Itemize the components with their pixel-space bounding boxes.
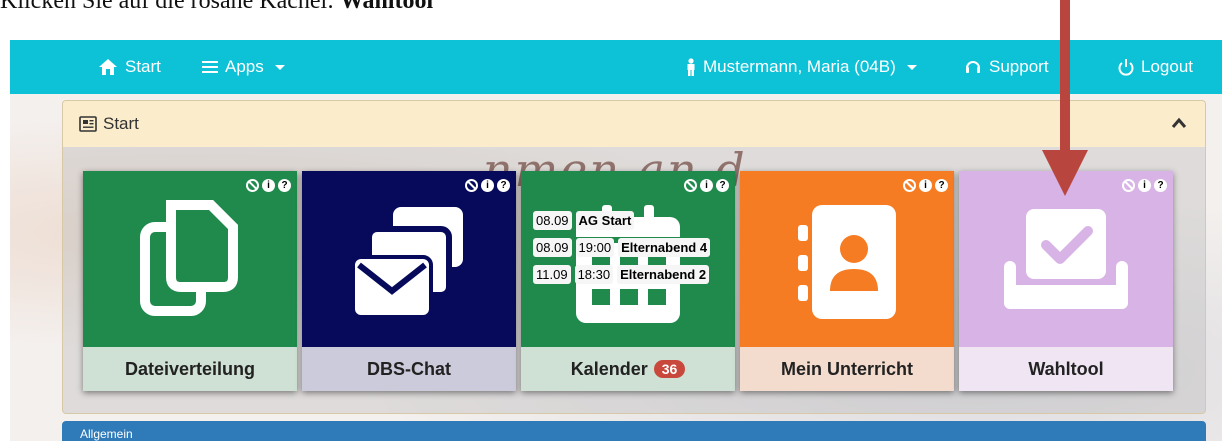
panel-title: Allgemein — [80, 427, 133, 441]
nav-logout[interactable]: Logout — [1118, 40, 1193, 94]
calendar-event: 11.09 18:30 Elternabend 2 — [533, 265, 710, 284]
tile-dbs-chat-label: DBS-Chat — [302, 347, 516, 391]
tile-dateiverteilung-label: Dateiverteilung — [83, 347, 297, 391]
tile-kalender[interactable]: i ? 08.09 AG Start 08.09 19:00 Elternabe… — [521, 171, 735, 391]
instruction-prefix: Klicken Sie auf die rosane Kachel: — [0, 0, 340, 14]
files-icon — [140, 200, 238, 316]
tile-label-text: Kalender — [570, 358, 648, 379]
count-badge: 36 — [653, 360, 686, 378]
home-icon — [99, 59, 117, 75]
person-icon — [687, 58, 695, 76]
tile-label-text: Wahltool — [1028, 358, 1104, 379]
contacts-icon — [798, 205, 896, 319]
tile-dateiverteilung[interactable]: i ? Dateiverteilung — [83, 171, 297, 391]
chevron-down-icon — [274, 64, 285, 70]
chevron-down-icon — [906, 64, 917, 70]
ban-icon[interactable] — [465, 179, 478, 192]
info-icon[interactable]: i — [262, 179, 275, 192]
nav-user-dropdown[interactable]: Mustermann, Maria (04B) — [686, 40, 917, 94]
tile-label-text: Dateiverteilung — [124, 358, 256, 379]
tile-dateiverteilung-top: i ? — [83, 171, 297, 347]
event-title: Elternabend 4 — [618, 238, 711, 257]
tile-label-text: DBS-Chat — [367, 358, 451, 379]
nav-start-label: Start — [125, 57, 161, 76]
arrow-down-icon — [1042, 0, 1088, 196]
tile-actions: i ? — [684, 179, 729, 192]
tile-mein-unterricht[interactable]: i ? Mein Unterricht — [740, 171, 954, 391]
start-panel: Start ...nmen an d... i ? Dateiverteilun… — [62, 100, 1206, 414]
tile-wahltool[interactable]: i ? Wahltool — [959, 171, 1173, 391]
event-title: Elternabend 2 — [617, 265, 710, 284]
info-icon[interactable]: i — [1138, 179, 1151, 192]
tile-actions: i ? — [903, 179, 948, 192]
help-icon[interactable]: ? — [716, 179, 729, 192]
calendar-event: 08.09 19:00 Elternabend 4 — [533, 238, 711, 257]
headset-icon — [966, 61, 980, 73]
ban-icon[interactable] — [246, 179, 259, 192]
tile-kalender-top: i ? 08.09 AG Start 08.09 19:00 Elternabe… — [521, 171, 735, 347]
ban-icon[interactable] — [684, 179, 697, 192]
newspaper-icon — [79, 116, 97, 132]
event-time: 18:30 — [574, 265, 614, 284]
tiles-area: ...nmen an d... i ? Dateiverteilung i ? … — [63, 143, 1205, 413]
help-icon[interactable]: ? — [278, 179, 291, 192]
start-panel-header[interactable]: Start — [63, 101, 1205, 147]
tile-actions: i ? — [246, 179, 291, 192]
calendar-events: 08.09 AG Start 08.09 19:00 Elternabend 4… — [533, 211, 711, 292]
ban-icon[interactable] — [903, 179, 916, 192]
tile-mein-unterricht-label: Mein Unterricht — [740, 347, 954, 391]
instruction-target: Wahltool — [339, 0, 434, 14]
tile-mein-unterricht-top: i ? — [740, 171, 954, 347]
info-icon[interactable]: i — [700, 179, 713, 192]
help-icon[interactable]: ? — [935, 179, 948, 192]
tile-dbs-chat-top: i ? — [302, 171, 516, 347]
allgemein-panel-header[interactable]: Allgemein — [62, 421, 1206, 441]
nav-apps-label: Apps — [225, 57, 264, 76]
event-title: AG Start — [575, 211, 635, 230]
nav-apps-dropdown[interactable]: Apps — [202, 40, 285, 94]
menu-icon — [202, 61, 218, 73]
event-date: 08.09 — [533, 238, 572, 257]
event-date: 11.09 — [533, 265, 571, 284]
info-icon[interactable]: i — [481, 179, 494, 192]
tile-kalender-label: Kalender 36 — [521, 347, 735, 391]
messages-icon — [351, 207, 463, 319]
ballot-box-icon — [1004, 209, 1128, 309]
event-date: 08.09 — [533, 211, 572, 230]
calendar-event: 08.09 AG Start — [533, 211, 710, 230]
tile-dbs-chat[interactable]: i ? DBS-Chat — [302, 171, 516, 391]
power-icon — [1118, 59, 1134, 76]
ban-icon[interactable] — [1122, 179, 1135, 192]
help-icon[interactable]: ? — [1154, 179, 1167, 192]
nav-start[interactable]: Start — [98, 40, 161, 94]
tile-label-text: Mein Unterricht — [780, 358, 913, 379]
help-icon[interactable]: ? — [497, 179, 510, 192]
event-time: 19:00 — [575, 238, 615, 257]
info-icon[interactable]: i — [919, 179, 932, 192]
tile-wahltool-label: Wahltool — [959, 347, 1173, 391]
tile-actions: i ? — [465, 179, 510, 192]
panel-title: Start — [103, 114, 139, 133]
instruction-text: Klicken Sie auf die rosane Kachel: Wahlt… — [0, 0, 433, 28]
nav-logout-label: Logout — [1141, 57, 1193, 76]
tile-actions: i ? — [1122, 179, 1167, 192]
nav-user-label: Mustermann, Maria (04B) — [703, 57, 896, 76]
chevron-up-icon[interactable] — [1171, 117, 1187, 129]
